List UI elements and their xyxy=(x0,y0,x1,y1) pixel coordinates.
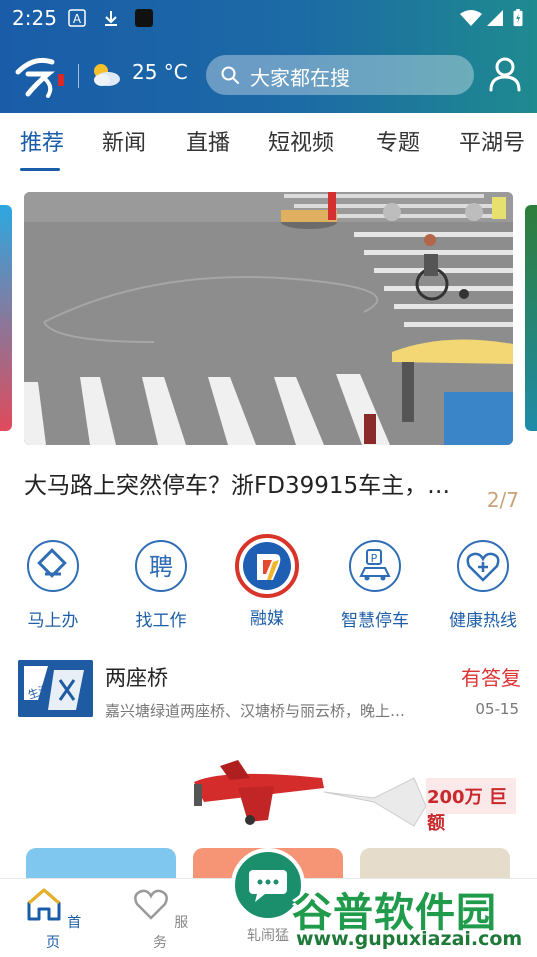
tab-recommend[interactable]: 推荐 xyxy=(20,125,64,157)
watermark-url: www.gupuxiazai.com xyxy=(296,928,523,950)
rongmei-icon xyxy=(235,534,299,598)
partly-cloudy-icon xyxy=(94,64,120,86)
jiaxing-logo-icon[interactable] xyxy=(14,52,70,98)
service-smart-parking[interactable]: P 智慧停车 xyxy=(325,540,425,631)
heart-icon xyxy=(133,889,168,920)
news-list-item[interactable]: 生活 热线 两座桥 有答复 嘉兴塘绿道两座桥、汉塘桥与丽云桥，晚上… 05-15 xyxy=(18,660,521,720)
answered-badge: 有答复 xyxy=(461,666,521,690)
tab-live[interactable]: 直播 xyxy=(186,125,230,157)
service-health-hotline[interactable]: 健康热线 xyxy=(433,540,533,631)
top-bar: 25 °C 大家都在搜 xyxy=(0,50,537,100)
download-icon xyxy=(105,11,117,26)
news-date: 05-15 xyxy=(475,700,519,718)
news-thumbnail: 生活 热线 xyxy=(18,660,93,717)
home-icon xyxy=(27,888,61,921)
search-icon xyxy=(221,66,239,84)
search-placeholder: 大家都在搜 xyxy=(250,66,350,90)
street-crossing-photo xyxy=(24,192,513,445)
app-header: 2:25 A 25 °C 大家都在搜 xyxy=(0,0,537,113)
square-icon xyxy=(135,9,153,27)
parking-car-icon: P xyxy=(349,540,401,592)
wifi-icon xyxy=(460,10,482,26)
search-bar[interactable]: 大家都在搜 xyxy=(206,55,474,95)
nav-home[interactable]: 首页 xyxy=(18,885,88,952)
service-label: 智慧停车 xyxy=(341,611,409,631)
carousel-next-peek[interactable] xyxy=(525,205,537,431)
news-description: 嘉兴塘绿道两座桥、汉塘桥与丽云桥，晚上… xyxy=(105,702,406,720)
tab-pinghu[interactable]: 平湖号 xyxy=(459,125,525,157)
header-divider xyxy=(78,64,79,88)
carousel-prev-peek[interactable] xyxy=(0,205,12,431)
health-heart-icon xyxy=(457,540,509,592)
nav-service[interactable]: 服务 xyxy=(125,885,195,952)
carousel-banner-image[interactable] xyxy=(24,192,513,445)
service-label: 马上办 xyxy=(27,611,79,631)
user-icon[interactable] xyxy=(488,56,522,92)
ad-banner[interactable]: 200万 巨额 xyxy=(24,748,516,843)
service-find-job[interactable]: 聘 找工作 xyxy=(111,540,211,631)
feature-card-1[interactable] xyxy=(26,848,176,878)
service-shortcuts: 马上办 聘 找工作 融媒 P 智慧停车 健康热线 xyxy=(0,534,537,640)
service-label: 健康热线 xyxy=(449,611,517,631)
svg-text:A: A xyxy=(73,12,82,26)
battery-icon xyxy=(513,9,523,27)
tab-news[interactable]: 新闻 xyxy=(102,125,146,157)
diamond-stamp-icon xyxy=(27,540,79,592)
status-time: 2:25 xyxy=(12,6,57,30)
signal-icon xyxy=(487,10,503,26)
banner-headline[interactable]: 大马路上突然停车？浙FD39915车主，… xyxy=(24,466,516,500)
temperature: 25 °C xyxy=(132,60,188,84)
site-watermark: 谷普软件园 www.gupuxiazai.com xyxy=(292,880,534,952)
ad-banner-text: 200万 巨额 xyxy=(427,787,507,834)
news-title: 两座桥 xyxy=(105,666,168,690)
active-tab-indicator xyxy=(20,168,60,171)
carousel-pager: 2/7 xyxy=(486,488,519,512)
hire-icon: 聘 xyxy=(135,540,187,592)
service-label: 融媒 xyxy=(250,609,284,629)
service-mashangban[interactable]: 马上办 xyxy=(3,540,103,631)
a-icon: A xyxy=(68,9,86,27)
channel-tabs: 推荐 新闻 直播 短视频 专题 平湖号 xyxy=(0,113,537,171)
svg-text:P: P xyxy=(371,552,378,565)
tab-topics[interactable]: 专题 xyxy=(376,125,420,157)
service-rongmei[interactable]: 融媒 xyxy=(217,534,317,629)
nav-label: 轧闹猛 xyxy=(247,928,289,944)
feature-card-3[interactable] xyxy=(360,848,510,878)
service-label: 找工作 xyxy=(135,611,187,631)
tab-short-video[interactable]: 短视频 xyxy=(268,125,334,157)
status-bar: 2:25 A xyxy=(0,0,537,36)
svg-text:聘: 聘 xyxy=(149,553,173,581)
